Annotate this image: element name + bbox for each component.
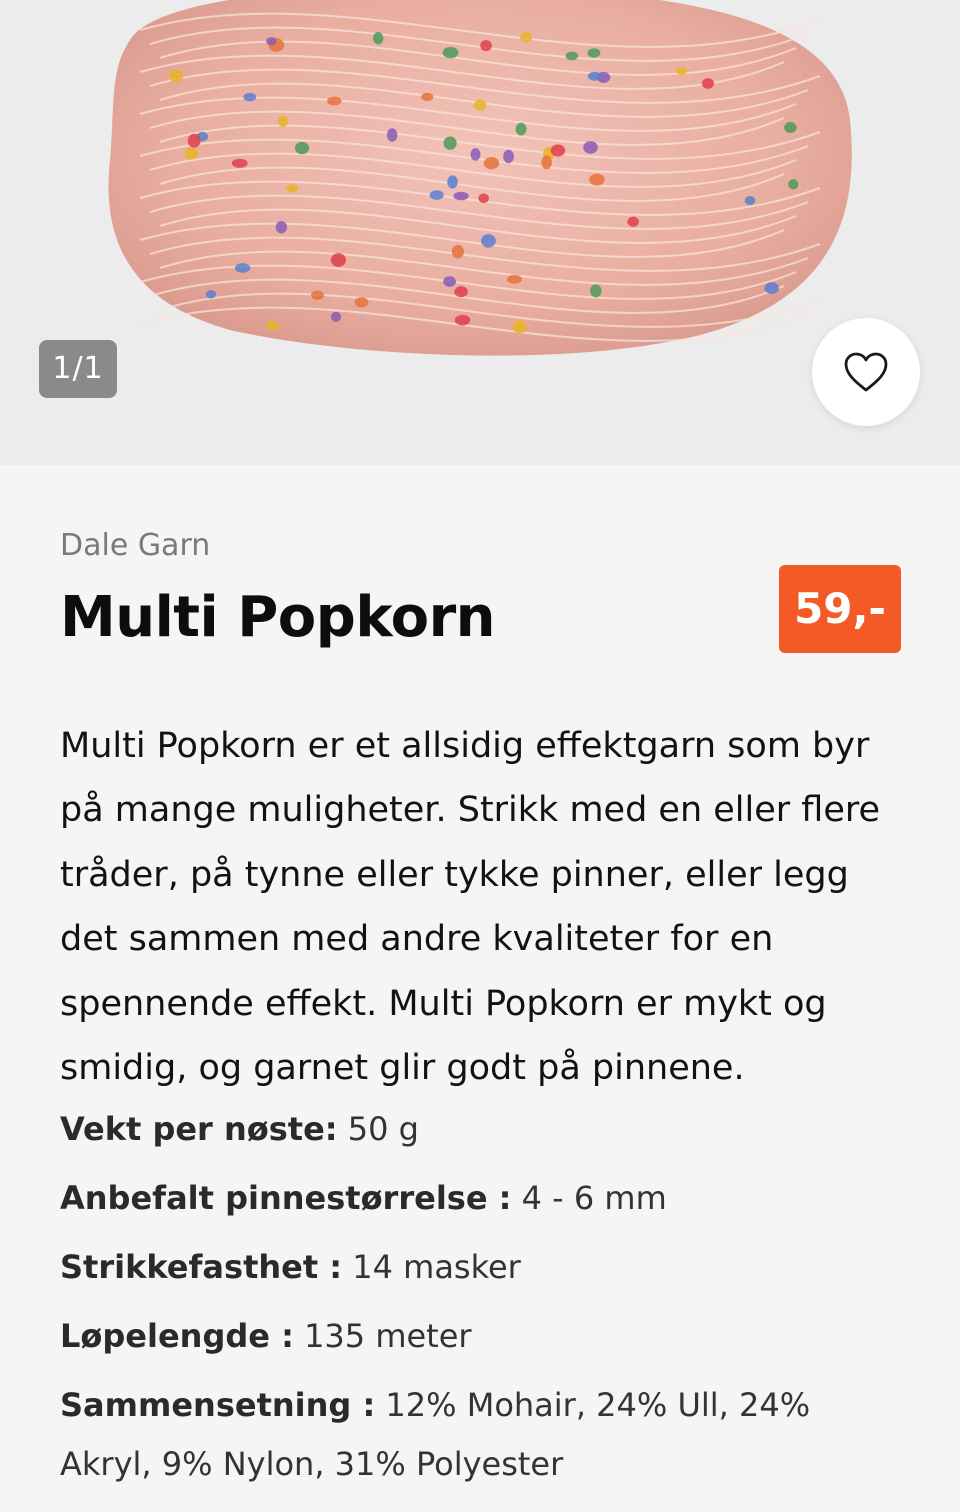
spec-row-composition: Sammensetning : 12% Mohair, 24% Ull, 24%… bbox=[60, 1376, 910, 1494]
yarn-ball-image bbox=[0, 0, 960, 465]
product-description: Multi Popkorn er et allsidig effektgarn … bbox=[60, 726, 881, 1089]
spec-label: Løpelengde : bbox=[60, 1317, 294, 1355]
spec-row-length: Løpelengde : 135 meter bbox=[60, 1307, 910, 1366]
favorite-button[interactable] bbox=[812, 318, 920, 426]
spec-value: 4 - 6 mm bbox=[511, 1179, 667, 1217]
brand-name[interactable]: Dale Garn bbox=[60, 526, 210, 566]
spec-label: Sammensetning : bbox=[60, 1386, 376, 1424]
spec-value: 50 g bbox=[337, 1110, 419, 1148]
spec-value: 14 masker bbox=[342, 1248, 521, 1286]
spec-label: Strikkefasthet : bbox=[60, 1248, 343, 1286]
product-image[interactable]: 1/1 bbox=[0, 0, 960, 465]
spec-value: 135 meter bbox=[293, 1317, 472, 1355]
spec-label: Vekt per nøste: bbox=[60, 1110, 338, 1148]
product-title: Multi Popkorn bbox=[60, 585, 496, 650]
price-badge: 59,- bbox=[779, 565, 901, 653]
spec-row-weight: Vekt per nøste: 50 g bbox=[60, 1100, 910, 1159]
spec-row-needle-size: Anbefalt pinnestørrelse : 4 - 6 mm bbox=[60, 1169, 910, 1228]
spec-row-gauge: Strikkefasthet : 14 masker bbox=[60, 1238, 910, 1297]
spec-label: Anbefalt pinnestørrelse : bbox=[60, 1179, 512, 1217]
image-counter: 1/1 bbox=[39, 340, 117, 398]
heart-outline-icon bbox=[844, 352, 888, 392]
